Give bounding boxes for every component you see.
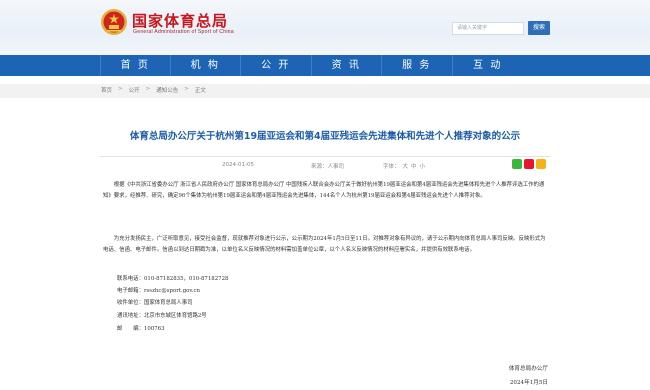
contact-phone: 联系电话：010-87182835，010-87182728: [117, 276, 229, 282]
site-name[interactable]: 国家体育总局: [132, 10, 228, 31]
nav-item-services[interactable]: 服 务: [382, 55, 453, 76]
site-header: 国家体育总局 General Administration of Sport o…: [0, 0, 650, 55]
nav-item-interaction[interactable]: 互 动: [453, 55, 524, 76]
national-emblem-icon[interactable]: [100, 8, 128, 36]
font-size-small[interactable]: 小: [420, 164, 426, 170]
article-paragraph-1: 根据《中共浙江省委办公厅 浙江省人民政府办公厅 国家体育总局办公厅 中国残疾人联…: [103, 182, 545, 199]
breadcrumb-separator: >: [145, 86, 151, 92]
breadcrumb-separator: >: [118, 86, 123, 92]
contact-postcode: 邮 编：100763: [117, 326, 165, 332]
breadcrumb: 首页 > 公开 > 通知公告 > 正文: [101, 86, 206, 94]
breadcrumb-separator: >: [184, 86, 189, 92]
qzone-share-icon[interactable]: [536, 159, 546, 169]
weibo-share-icon[interactable]: [524, 159, 534, 169]
article-source: 来源：人事司: [311, 164, 345, 170]
article-title: 体育总局办公厅关于杭州第19届亚运会和第4届亚残运会先进集体和先进个人推荐对象的…: [129, 131, 521, 142]
nav-item-organization[interactable]: 机 构: [171, 55, 241, 76]
breadcrumb-disclosure[interactable]: 公开: [129, 86, 140, 94]
font-size-medium[interactable]: 中: [411, 164, 417, 170]
signature-date: 2024年1月5日: [509, 380, 548, 386]
wechat-share-icon[interactable]: [512, 159, 522, 169]
breadcrumb-home[interactable]: 首页: [101, 86, 112, 94]
signature-org: 体育总局办公厅: [508, 366, 548, 372]
contact-recipient: 收件单位：国家体育总局人事司: [117, 300, 193, 306]
meta-divider: [100, 156, 550, 157]
nav-item-news[interactable]: 资 讯: [312, 55, 382, 76]
contact-email: 电子邮箱：rsszhc@sport.gov.cn: [117, 288, 201, 294]
article-paragraph-2: 为充分发扬民主，广泛听取意见，接受社会监督，现就推荐对象进行公示，公示期为202…: [103, 236, 546, 253]
breadcrumb-bar: [0, 84, 650, 98]
nav-item-home[interactable]: 首 页: [100, 55, 171, 76]
contact-address: 通讯地址：北京市东城区体育馆路2号: [117, 313, 207, 319]
font-size-large[interactable]: 大: [403, 164, 409, 170]
font-size-control: 字体：大中小: [383, 162, 425, 170]
breadcrumb-notices[interactable]: 通知公告: [156, 86, 178, 94]
share-bar: [512, 159, 546, 169]
publish-date: 2024-01-05: [222, 162, 254, 168]
nav-item-disclosure[interactable]: 公 开: [241, 55, 312, 76]
search-button[interactable]: 搜索: [528, 21, 550, 35]
font-size-label: 字体：: [383, 164, 400, 170]
site-name-english: General Administration of Sport of China: [133, 29, 234, 35]
search-input[interactable]: 请输入关键字: [452, 22, 524, 35]
breadcrumb-current: 正文: [194, 88, 206, 94]
main-nav: 首 页 机 构 公 开 资 讯 服 务 互 动: [0, 55, 650, 76]
